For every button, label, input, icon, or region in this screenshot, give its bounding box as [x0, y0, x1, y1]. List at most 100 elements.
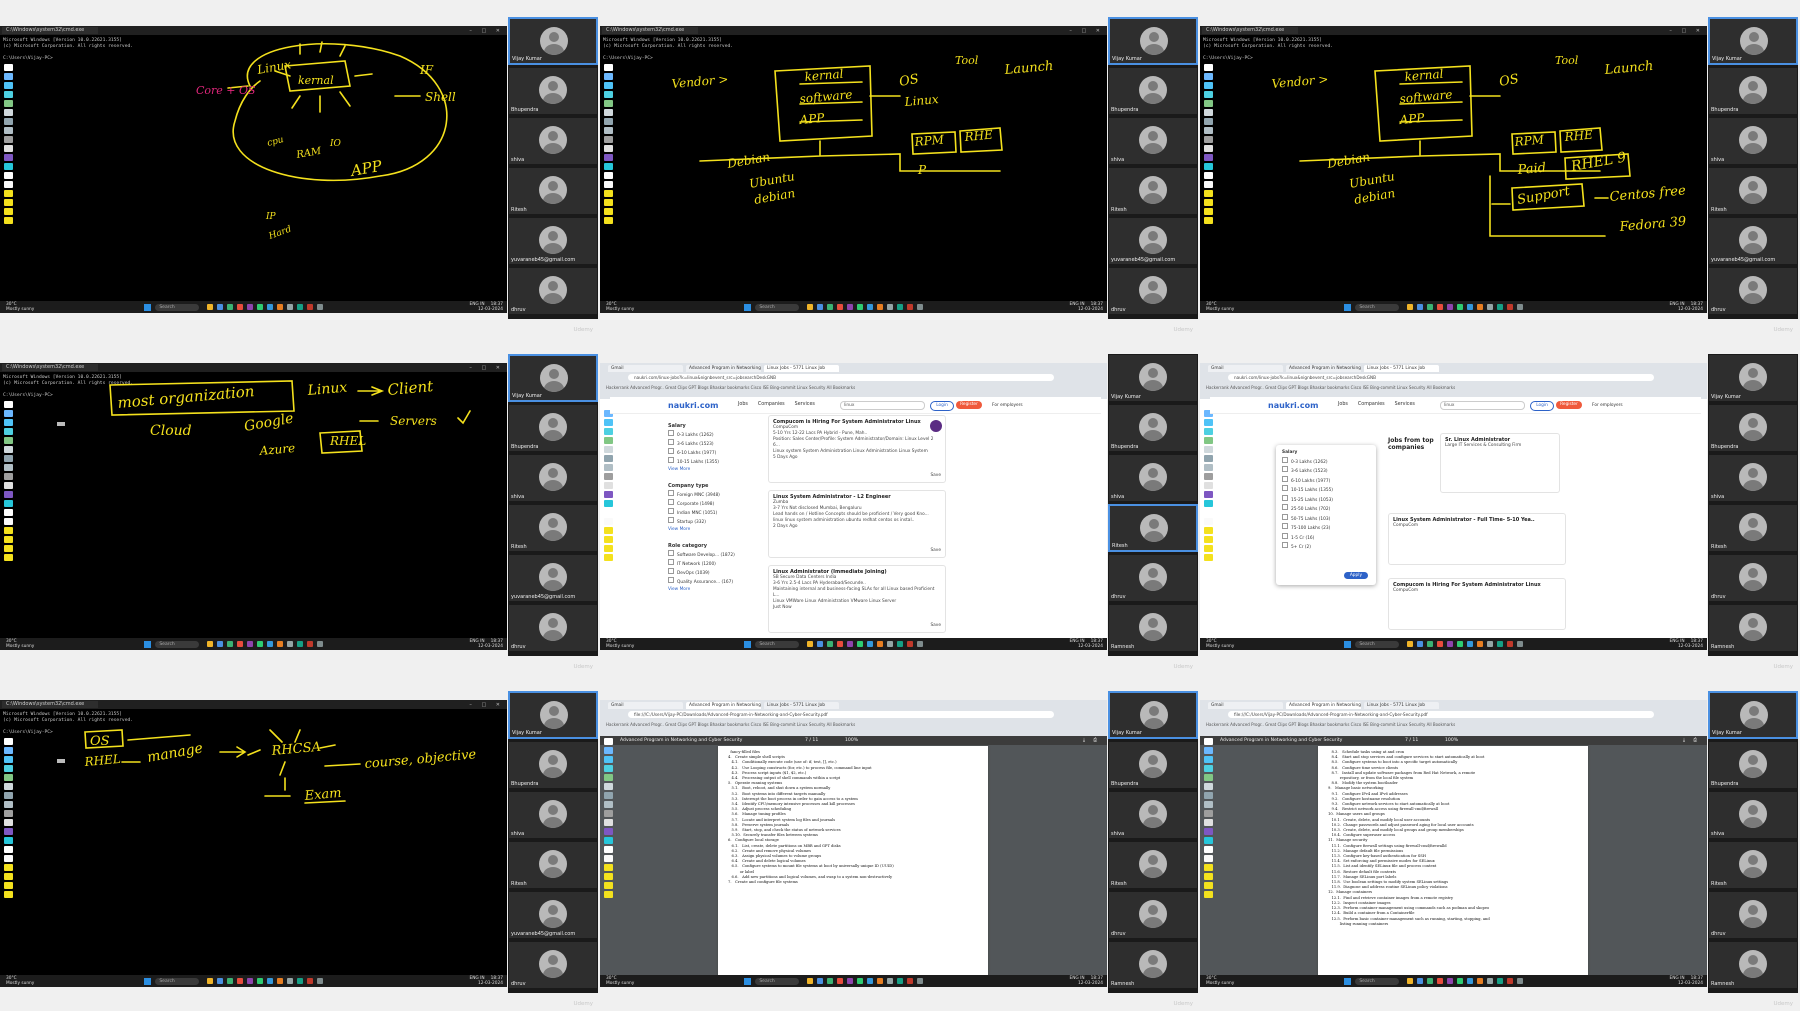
taskbar-app-icon[interactable]: [827, 641, 834, 647]
taskbar-app-icon[interactable]: [1437, 978, 1444, 984]
address-bar[interactable]: naukri.com/linux-jobs?k=linux&nignbevent…: [1228, 374, 1654, 381]
annotation-tool[interactable]: [604, 756, 613, 763]
annotation-tool[interactable]: [604, 837, 613, 844]
annotation-tool[interactable]: [1204, 846, 1213, 853]
bookmarks-bar[interactable]: Hackerrank Advanced Progr.. Great Clips …: [1206, 721, 1703, 728]
taskbar-search[interactable]: Search: [155, 303, 200, 311]
register-button[interactable]: Register: [1556, 401, 1582, 409]
salary-option[interactable]: 15-25 Lakhs (1053): [1282, 494, 1370, 505]
taskbar-app-icon[interactable]: [277, 641, 284, 647]
taskbar-app-icon[interactable]: [287, 641, 294, 647]
participant-tile[interactable]: yuvaraneb45@gmail.com: [508, 554, 598, 602]
participant-tile[interactable]: Ritesh: [1108, 167, 1198, 215]
annotation-toolbar[interactable]: [1204, 738, 1213, 928]
participant-tile[interactable]: shiva: [1108, 117, 1198, 165]
annotation-toolbar[interactable]: [1204, 401, 1213, 591]
participant-tile[interactable]: yuvaraneb45@gmail.com: [1108, 217, 1198, 265]
annotation-tool[interactable]: [604, 846, 613, 853]
taskbar-app-icon[interactable]: [1507, 978, 1514, 984]
weather-widget[interactable]: 30°C Mostly sunny: [606, 639, 634, 649]
annotation-tool[interactable]: [1204, 774, 1213, 781]
annotation-tool[interactable]: [1204, 756, 1213, 763]
taskbar-app-icon[interactable]: [1407, 641, 1414, 647]
salary-option[interactable]: 5+ Cr (2): [1282, 542, 1370, 552]
bookmarks-bar[interactable]: Hackerrank Advanced Progr.. Great Clips …: [1206, 384, 1703, 391]
taskbar-search[interactable]: Search: [1355, 640, 1400, 648]
taskbar-app-icon[interactable]: [237, 978, 244, 984]
taskbar-app-icon[interactable]: [1417, 978, 1424, 984]
shared-screen[interactable]: C:\Windows\system32\cmd.exe – □ ✕ Microsof…: [1200, 26, 1707, 313]
browser-tab[interactable]: Gmail: [608, 365, 683, 372]
taskbar-app-icon[interactable]: [837, 978, 844, 984]
taskbar-app-icon[interactable]: [217, 304, 224, 310]
participant-tile[interactable]: Bhupendra: [1108, 404, 1198, 452]
taskbar-app-icon[interactable]: [227, 304, 234, 310]
weather-widget[interactable]: 30°C Mostly sunny: [1206, 639, 1234, 649]
taskbar-app-icon[interactable]: [1477, 978, 1484, 984]
taskbar-app-icon[interactable]: [897, 304, 904, 310]
taskbar-app-icon[interactable]: [1487, 304, 1494, 310]
weather-widget[interactable]: 30°C Mostly sunny: [1206, 976, 1234, 986]
participant-tile[interactable]: Ramnesh: [1708, 941, 1798, 989]
employers-link[interactable]: For employers: [992, 403, 1023, 408]
job-card[interactable]: Linux System Administrator - Full Time- …: [1388, 513, 1566, 565]
taskbar-app-icon[interactable]: [1407, 304, 1414, 310]
taskbar-app-icon[interactable]: [207, 978, 214, 984]
filter-option[interactable]: IT Network (1200): [668, 559, 735, 568]
system-clock[interactable]: ENG IN 18:37 12-03-2024: [470, 302, 508, 312]
view-more-link[interactable]: View More: [668, 526, 720, 533]
shared-screen[interactable]: Gmail Advanced Program in Networking Linux…: [1200, 700, 1707, 987]
participant-tile[interactable]: Bhupendra: [1708, 404, 1798, 452]
ink-canvas[interactable]: most organization Linux Client Cloud Google A…: [0, 363, 507, 650]
address-bar[interactable]: file:///C:/Users/Vijay-PC/Downloads/Adva…: [1228, 711, 1654, 718]
taskbar-app-icon[interactable]: [217, 978, 224, 984]
annotation-tool[interactable]: [604, 873, 613, 880]
job-card[interactable]: Compucom is Hiring For System Administra…: [1388, 578, 1566, 630]
filter-option[interactable]: 6-10 Lakhs (1977): [668, 448, 719, 457]
windows-start-icon[interactable]: [1344, 640, 1352, 648]
salary-option[interactable]: 0-3 Lakhs (1262): [1282, 456, 1370, 467]
participant-tile[interactable]: Ritesh: [1708, 504, 1798, 552]
participant-tile[interactable]: Vijay Kumar: [1108, 17, 1198, 65]
shared-screen[interactable]: C:\Windows\system32\cmd.exe – □ ✕ Microsof…: [0, 363, 507, 650]
filter-option[interactable]: DevOps (1039): [668, 568, 735, 577]
shared-screen[interactable]: Gmail Advanced Program in Networking Linux…: [600, 363, 1107, 650]
annotation-tool[interactable]: [604, 891, 613, 898]
taskbar-app-icon[interactable]: [277, 978, 284, 984]
taskbar-app-icon[interactable]: [1447, 978, 1454, 984]
taskbar-app-icon[interactable]: [897, 641, 904, 647]
pdf-page-indicator[interactable]: 7 / 11: [1405, 736, 1418, 745]
taskbar-app-icon[interactable]: [1427, 641, 1434, 647]
participant-tile[interactable]: Ritesh: [508, 841, 598, 889]
salary-option[interactable]: 10-15 Lakhs (1355): [1282, 485, 1370, 495]
taskbar-app-icon[interactable]: [317, 978, 324, 984]
participant-tile[interactable]: Ritesh: [1708, 167, 1798, 215]
taskbar-app-icon[interactable]: [1467, 641, 1474, 647]
checkbox[interactable]: [1282, 466, 1288, 472]
weather-widget[interactable]: 30°C Mostly sunny: [606, 302, 634, 312]
taskbar-app-icon[interactable]: [807, 978, 814, 984]
save-job-button[interactable]: Save: [930, 473, 941, 479]
annotation-tool[interactable]: [1204, 428, 1213, 435]
annotation-tool[interactable]: [1204, 765, 1213, 772]
system-clock[interactable]: ENG IN 18:37 12-03-2024: [1070, 639, 1108, 649]
annotation-tool[interactable]: [1204, 437, 1213, 444]
annotation-tool[interactable]: [1204, 837, 1213, 844]
annotation-tool[interactable]: [1204, 792, 1213, 799]
employers-link[interactable]: For employers: [1592, 403, 1623, 408]
weather-widget[interactable]: 30°C Mostly sunny: [6, 302, 34, 312]
annotation-tool[interactable]: [1204, 527, 1213, 534]
participant-tile[interactable]: dhruv: [1708, 554, 1798, 602]
taskbar-app-icon[interactable]: [1507, 641, 1514, 647]
weather-widget[interactable]: 30°C Mostly sunny: [6, 639, 34, 649]
participant-tile[interactable]: shiva: [508, 791, 598, 839]
taskbar-app-icon[interactable]: [1437, 304, 1444, 310]
annotation-tool[interactable]: [1204, 864, 1213, 871]
salary-filter-popup[interactable]: Salary 0-3 Lakhs (1262) 3-6 Lakhs (1523) 6-…: [1276, 445, 1376, 585]
taskbar-app-icon[interactable]: [247, 641, 254, 647]
system-clock[interactable]: ENG IN 18:37 12-03-2024: [1670, 302, 1708, 312]
participant-tile[interactable]: dhruv: [508, 941, 598, 989]
annotation-tool[interactable]: [604, 855, 613, 862]
taskbar-app-icon[interactable]: [207, 641, 214, 647]
save-job-button[interactable]: Save: [930, 623, 941, 629]
